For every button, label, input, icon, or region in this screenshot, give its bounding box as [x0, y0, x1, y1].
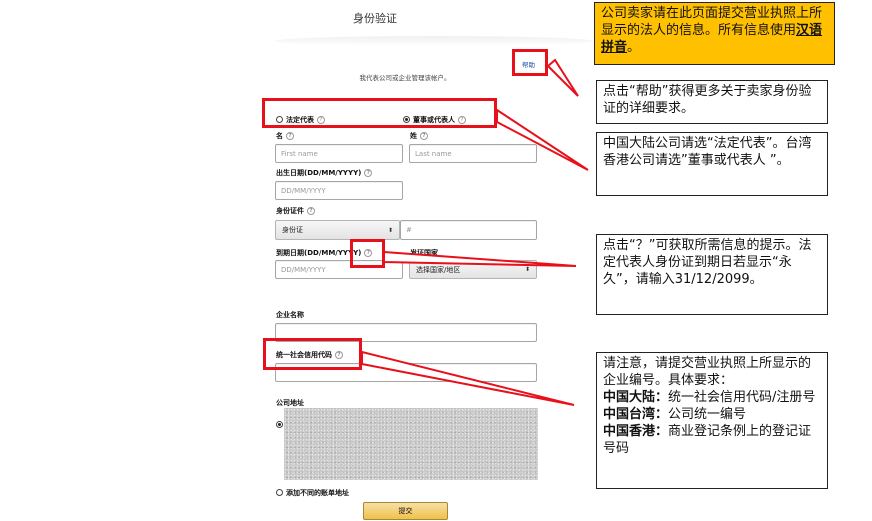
last-name-input[interactable]: Last name — [409, 144, 537, 163]
redacted-address-block — [284, 408, 538, 480]
first-name-label: 名? — [276, 131, 294, 141]
note-help: 点击“帮助”获得更多关于卖家身份验证的详细要求。 — [596, 80, 828, 124]
note-question-mark: 点击“？”可获取所需信息的提示。法定代表人身份证到期日若显示“永久”，请输入31… — [596, 234, 828, 315]
note-item-hongkong: 中国香港：商业登记条例上的登记证号码 — [603, 424, 812, 456]
highlight-question-icon — [350, 239, 385, 268]
question-icon[interactable]: ? — [364, 169, 373, 177]
address-radio-selected-icon[interactable] — [276, 421, 283, 428]
issuing-country-select[interactable]: 选择国家/地区 ⬍ — [409, 260, 537, 279]
highlight-help-link — [512, 49, 548, 76]
last-name-label: 姓? — [410, 131, 428, 141]
radio-icon[interactable] — [276, 489, 283, 496]
highlight-credit-code — [263, 338, 362, 370]
select-arrow-icon: ⬍ — [524, 266, 530, 273]
note-intro: 公司卖家请在此页面提交营业执照上所显示的法人的信息。所有信息使用汉语拼音。 — [594, 2, 835, 65]
dob-label: 出生日期(DD/MM/YYYY)? — [276, 168, 373, 178]
note-item-taiwan: 中国台湾：公司统一编号 — [603, 407, 747, 422]
issuing-country-label: 发证国家 — [410, 249, 438, 257]
id-number-input[interactable]: # — [400, 220, 537, 240]
question-icon[interactable]: ? — [286, 132, 294, 140]
note-role: 中国大陆公司请选“法定代表”。台湾香港公司请选”董事或代表人 ”。 — [596, 132, 828, 196]
add-billing-address-option[interactable]: 添加不同的账单地址 — [276, 482, 349, 501]
company-address-label: 公司地址 — [276, 399, 304, 407]
highlight-role-options — [262, 98, 497, 128]
id-document-label: 身份证件? — [276, 206, 315, 216]
question-icon[interactable]: ? — [307, 207, 315, 215]
company-name-label: 企业名称 — [276, 311, 304, 319]
id-type-select[interactable]: 身份证 ⬍ — [275, 220, 400, 240]
select-arrow-icon: ⬍ — [387, 226, 393, 234]
submit-button[interactable]: 提交 — [363, 502, 448, 520]
question-icon[interactable]: ? — [420, 132, 428, 140]
note-item-mainland: 中国大陆：统一社会信用代码/注册号 — [603, 390, 816, 405]
title-divider — [275, 36, 593, 46]
page-title: 身份验证 — [353, 12, 397, 25]
dob-input[interactable]: DD/MM/YYYY — [275, 181, 403, 200]
note-registration-number: 请注意，请提交营业执照上所显示的企业编号。具体要求： 中国大陆：统一社会信用代码… — [596, 352, 828, 489]
form-subtitle: 我代表公司或企业管理该帐户。 — [359, 74, 451, 82]
first-name-input[interactable]: First name — [275, 144, 403, 163]
